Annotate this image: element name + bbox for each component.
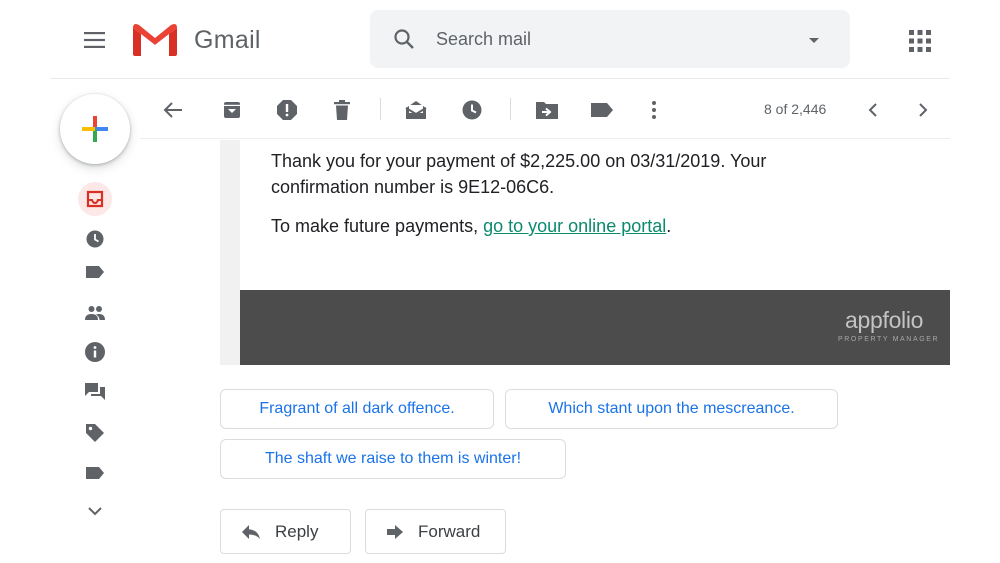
newer-button[interactable] [860,97,886,123]
reply-button[interactable]: Reply [220,509,351,554]
sidebar-item-important[interactable] [78,255,112,289]
forums-icon [85,383,105,400]
report-spam-icon [277,100,297,120]
smart-reply-3[interactable]: The shaft we raise to them is winter! [220,439,566,479]
compose-button[interactable] [60,94,130,164]
toolbar-separator [510,98,511,120]
email-body-line-3: To make future payments, go to your onli… [271,216,671,237]
compose-plus-icon [82,116,108,142]
delete-icon [334,100,350,120]
archive-icon [224,102,240,118]
info-icon [85,342,105,362]
report-spam-button[interactable] [274,97,300,123]
older-button[interactable] [910,97,936,123]
labels-icon [591,103,613,117]
clock-icon [86,230,104,248]
apps-grid-icon[interactable] [906,27,934,55]
email-footer [240,290,950,365]
line-prefix: To make future payments, [271,216,484,236]
forward-button[interactable]: Forward [365,509,506,554]
back-button[interactable] [160,97,186,123]
label-icon [86,266,104,278]
email-body-line-2: confirmation number is 9E12-06C6. [271,177,555,197]
snooze-icon [462,100,482,120]
appfolio-logo-subtext: PROPERTY MANAGER [838,336,940,343]
forward-icon [387,524,403,539]
delete-button[interactable] [329,97,355,123]
reply-label: Reply [275,521,319,541]
tag-icon [86,424,104,442]
smart-reply-1[interactable]: Fragrant of all dark offence. [220,389,494,429]
app-name: Gmail [194,26,261,54]
move-to-button[interactable] [534,97,560,123]
main-menu-button[interactable] [82,28,108,52]
snooze-button[interactable] [459,97,485,123]
toolbar-separator [380,98,381,120]
sidebar-item-snoozed[interactable] [78,222,112,256]
forward-label: Forward [418,521,481,541]
search-options-dropdown-icon[interactable] [802,30,826,50]
sidebar-more-button[interactable] [78,494,112,528]
toolbar-divider [140,138,950,139]
search-input[interactable] [436,26,776,52]
mark-unread-icon [405,101,427,119]
move-to-icon [536,102,558,119]
more-options-button[interactable] [641,97,667,123]
labels-button[interactable] [589,97,615,123]
message-counter: 8 of 2,446 [764,101,827,117]
mark-unread-button[interactable] [403,97,429,123]
sidebar-item-inbox[interactable] [78,182,112,216]
email-body-line-1: Thank you for your payment of $2,225.00 … [271,151,767,171]
sidebar-item-updates[interactable] [78,335,112,369]
search-bar[interactable] [370,10,850,68]
chevron-right-icon [919,103,928,117]
sidebar-item-forums[interactable] [78,375,112,409]
header-divider [50,78,950,79]
chevron-down-icon [88,507,102,516]
people-icon [85,306,105,320]
inbox-icon [86,190,104,208]
sidebar-item-promotions[interactable] [78,416,112,450]
back-arrow-icon [163,102,182,118]
smart-reply-2[interactable]: Which stant upon the mescreance. [505,389,838,429]
hamburger-menu-icon [84,32,105,48]
chevron-left-icon [868,103,877,117]
label-icon [86,467,104,479]
search-icon[interactable] [392,27,416,51]
reply-icon [242,524,260,539]
archive-button[interactable] [219,97,245,123]
sidebar-item-social[interactable] [78,296,112,330]
sidebar-item-label[interactable] [78,456,112,490]
online-portal-link[interactable]: go to your online portal [483,216,666,236]
gmail-logo-icon[interactable] [131,20,179,58]
more-vert-icon [652,101,656,119]
line-suffix: . [666,216,672,236]
appfolio-logo: appfolio [845,307,924,333]
